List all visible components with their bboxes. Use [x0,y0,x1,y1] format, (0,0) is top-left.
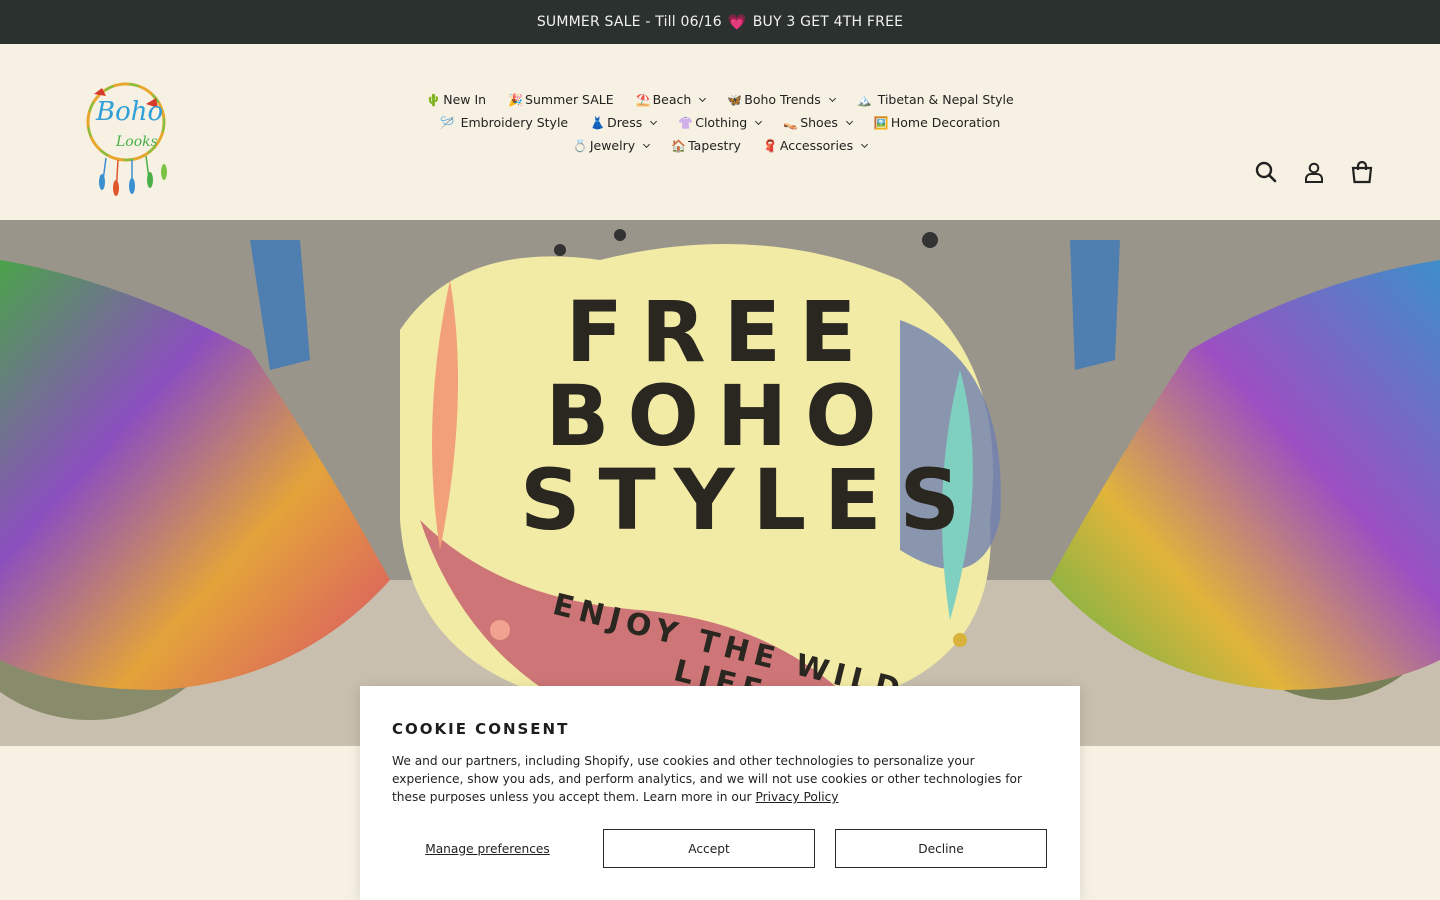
dreamcatcher-logo-icon: Boho Looks [86,82,167,196]
site-header: Boho Looks 🌵 New In 🎉 Summer SALE ⛱️ Beach … [0,44,1440,220]
umbrella-icon: ⛱️ [635,92,651,107]
announcement-bar: SUMMER SALE - Till 06/16 💗 BUY 3 GET 4TH… [0,0,1440,44]
header-icons [1254,160,1374,184]
nav-label: New In [443,92,487,107]
needle-icon: 🪡 [439,115,455,130]
svg-text:Looks: Looks [115,134,158,150]
nav-label: Tapestry [688,138,741,153]
nav-label: Embroidery Style [456,115,569,130]
nav-label: Boho Trends [744,92,821,107]
chevron-down-icon [861,140,869,148]
nav-label: Accessories [779,138,854,153]
cookie-body: We and our partners, including Shopify, … [392,752,1032,806]
hero-banner[interactable]: FREE BOHO STYLES ENJOY THE WILD LIFE [0,220,1440,746]
nav-item-accessories[interactable]: 🧣 Accessories [762,138,869,153]
nav-label: Tibetan & Nepal Style [873,92,1014,107]
announcement-text-end: BUY 3 GET 4TH FREE [752,14,904,30]
nav-item-summer-sale[interactable]: 🎉 Summer SALE [508,92,614,107]
nav-item-tibetan-nepal[interactable]: 🏔️ Tibetan & Nepal Style [857,92,1014,107]
nav-item-shoes[interactable]: 👡 Shoes [783,115,853,130]
cookie-title: COOKIE CONSENT [392,720,570,738]
cookie-actions: Manage preferences Accept Decline [392,829,1047,868]
chevron-down-icon [755,117,763,125]
nav-label: Summer SALE [525,92,614,107]
chevron-down-icon [828,94,836,102]
account-icon[interactable] [1302,160,1326,184]
dress-icon: 👗 [590,115,606,130]
cookie-consent-banner: COOKIE CONSENT We and our partners, incl… [360,686,1080,900]
blouse-icon: 👚 [678,115,694,130]
heart-icon: 💗 [727,13,747,31]
butterfly-icon: 🦋 [727,92,743,107]
ring-icon: 💍 [572,138,588,153]
nav-row-1: 🌵 New In 🎉 Summer SALE ⛱️ Beach 🦋 Boho Trend… [426,92,1013,107]
nav-label: Jewelry [589,138,636,153]
nav-item-home-decoration[interactable]: 🖼️ Home Decoration [874,115,1000,130]
decline-button[interactable]: Decline [835,829,1047,868]
hero-title-line-2: BOHO [545,367,895,465]
nav-label: Clothing [695,115,748,130]
site-logo[interactable]: Boho Looks [80,72,176,200]
sandal-icon: 👡 [783,115,799,130]
cookie-body-text: We and our partners, including Shopify, … [392,754,1023,804]
nav-item-boho-trends[interactable]: 🦋 Boho Trends [727,92,836,107]
nav-row-2: 🪡 Embroidery Style 👗 Dress 👚 Clothing 👡 Sho… [440,115,1001,130]
nav-row-3: 💍 Jewelry 🏠 Tapestry 🧣 Accessories [572,138,869,153]
accept-button[interactable]: Accept [603,829,815,868]
hero-title: FREE BOHO STYLES [520,283,979,549]
manage-preferences-link[interactable]: Manage preferences [392,842,583,856]
nav-label: Beach [652,92,692,107]
nav-label: Dress [607,115,643,130]
chevron-down-icon [845,117,853,125]
nav-label: Shoes [800,115,838,130]
party-popper-icon: 🎉 [508,92,524,107]
framed-picture-icon: 🖼️ [873,115,889,130]
chevron-down-icon [643,140,651,148]
nav-item-clothing[interactable]: 👚 Clothing [678,115,763,130]
nav-item-jewelry[interactable]: 💍 Jewelry [572,138,651,153]
nav-item-beach[interactable]: ⛱️ Beach [635,92,707,107]
announcement-text-start: SUMMER SALE - Till 06/16 [536,14,722,30]
main-navigation: 🌵 New In 🎉 Summer SALE ⛱️ Beach 🦋 Boho Trend… [400,92,1040,153]
search-icon[interactable] [1254,160,1278,184]
house-icon: 🏠 [671,138,687,153]
hero-title-line-3: STYLES [520,451,979,549]
nav-item-dress[interactable]: 👗 Dress [590,115,658,130]
scarf-icon: 🧣 [762,138,778,153]
nav-label: Home Decoration [890,115,1001,130]
chevron-down-icon [699,94,707,102]
nav-item-tapestry[interactable]: 🏠 Tapestry [671,138,741,153]
mountain-icon: 🏔️ [856,92,872,107]
chevron-down-icon [650,117,658,125]
hero-title-line-1: FREE [565,283,875,381]
privacy-policy-link[interactable]: Privacy Policy [755,790,838,804]
svg-text:Boho: Boho [95,97,163,127]
cactus-icon: 🌵 [426,92,442,107]
nav-item-embroidery[interactable]: 🪡 Embroidery Style [440,115,568,130]
nav-item-new-in[interactable]: 🌵 New In [426,92,486,107]
cart-icon[interactable] [1350,160,1374,184]
